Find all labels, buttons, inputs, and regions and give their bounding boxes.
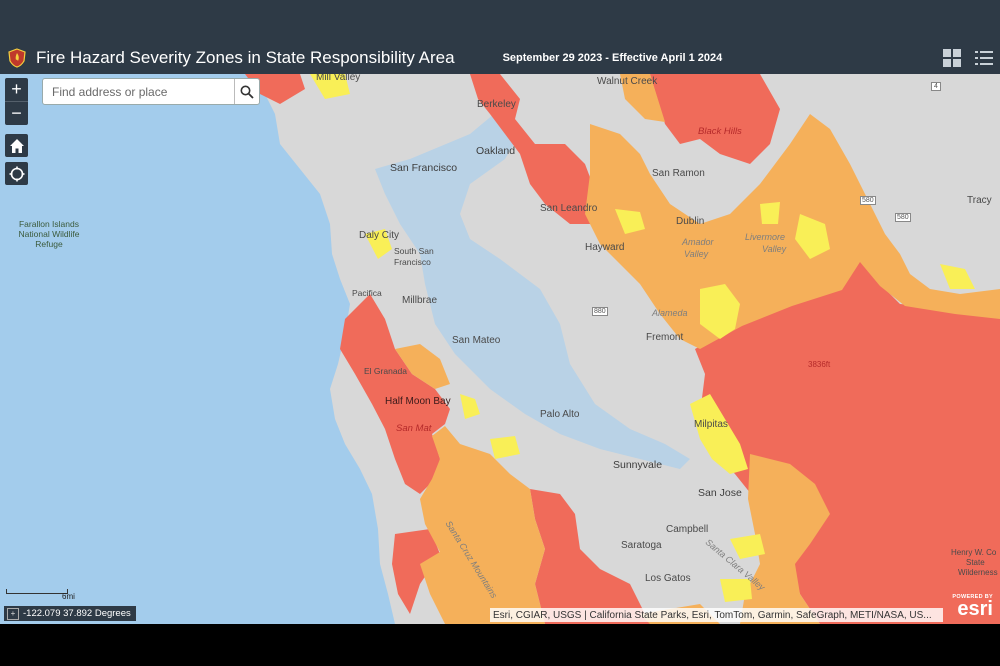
map-view[interactable]: Mill Valley Walnut Creek Berkeley Black … [0, 74, 1000, 624]
grid-icon [943, 49, 961, 67]
basemap [0, 74, 1000, 624]
esri-logo[interactable]: POWERED BY esri [952, 594, 993, 619]
top-black-bar [0, 0, 1000, 42]
expand-coords-button[interactable]: + [7, 607, 19, 620]
search-icon [240, 85, 254, 99]
home-button[interactable] [5, 134, 28, 157]
layer-list-button[interactable] [973, 47, 995, 69]
list-icon [975, 51, 993, 65]
scale-label: 6mi [62, 592, 75, 601]
scale-bar: 6mi [6, 589, 75, 601]
search-input[interactable] [43, 79, 235, 104]
effective-date: September 29 2023 - Effective April 1 20… [502, 52, 723, 64]
zoom-out-button[interactable]: − [5, 101, 28, 125]
app-header: Fire Hazard Severity Zones in State Resp… [0, 42, 1000, 74]
bottom-black-bar [0, 624, 1000, 666]
app-title: Fire Hazard Severity Zones in State Resp… [36, 48, 455, 67]
locate-icon [9, 166, 24, 181]
apps-grid-button[interactable] [941, 47, 963, 69]
hazard-moderate [720, 579, 752, 602]
hazard-moderate [760, 202, 780, 224]
coordinate-text: -122.079 37.892 Degrees [23, 608, 131, 619]
search-widget [42, 78, 260, 105]
home-icon [9, 138, 24, 153]
coordinate-readout: + -122.079 37.892 Degrees [4, 606, 136, 621]
zoom-in-button[interactable]: + [5, 78, 28, 101]
search-button[interactable] [234, 79, 259, 104]
zoom-control: + − [5, 78, 28, 125]
fire-agency-badge-icon [7, 48, 27, 68]
locate-button[interactable] [5, 162, 28, 185]
map-attribution[interactable]: Esri, CGIAR, USGS | California State Par… [490, 608, 943, 622]
